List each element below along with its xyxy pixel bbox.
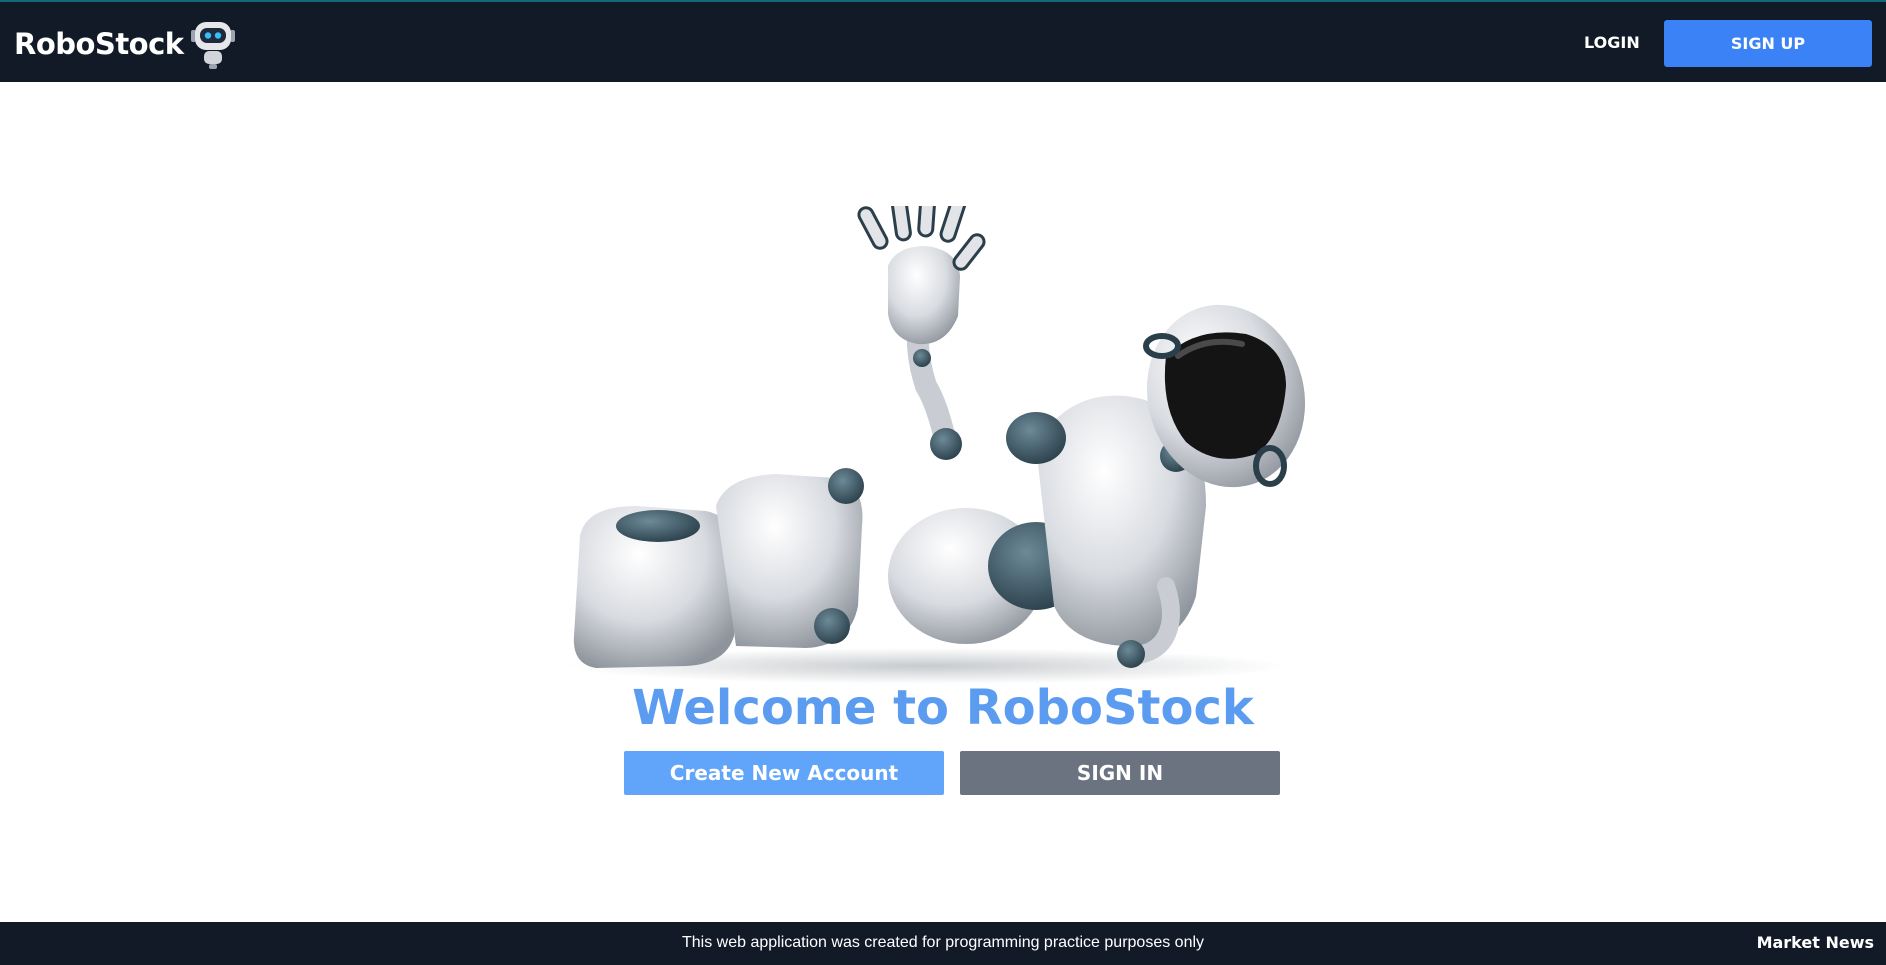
- brand-logo[interactable]: RoboStock: [14, 18, 238, 70]
- sign-in-button[interactable]: SIGN IN: [960, 751, 1280, 795]
- brand-name: RoboStock: [14, 27, 184, 61]
- footer-bar: This web application was created for pro…: [0, 922, 1886, 965]
- create-account-button[interactable]: Create New Account: [624, 751, 944, 795]
- robot-mascot-icon: [190, 22, 235, 69]
- top-navbar: RoboStock LOGIN SIGN UP: [0, 0, 1886, 82]
- welcome-title: Welcome to RoboStock: [632, 680, 1254, 736]
- nav-login-link[interactable]: LOGIN: [1584, 33, 1640, 52]
- market-news-link[interactable]: Market News: [1757, 933, 1874, 952]
- nav-signup-button[interactable]: SIGN UP: [1664, 20, 1872, 67]
- footer-disclaimer: This web application was created for pro…: [681, 934, 1205, 951]
- waving-robot-illustration: [566, 206, 1306, 684]
